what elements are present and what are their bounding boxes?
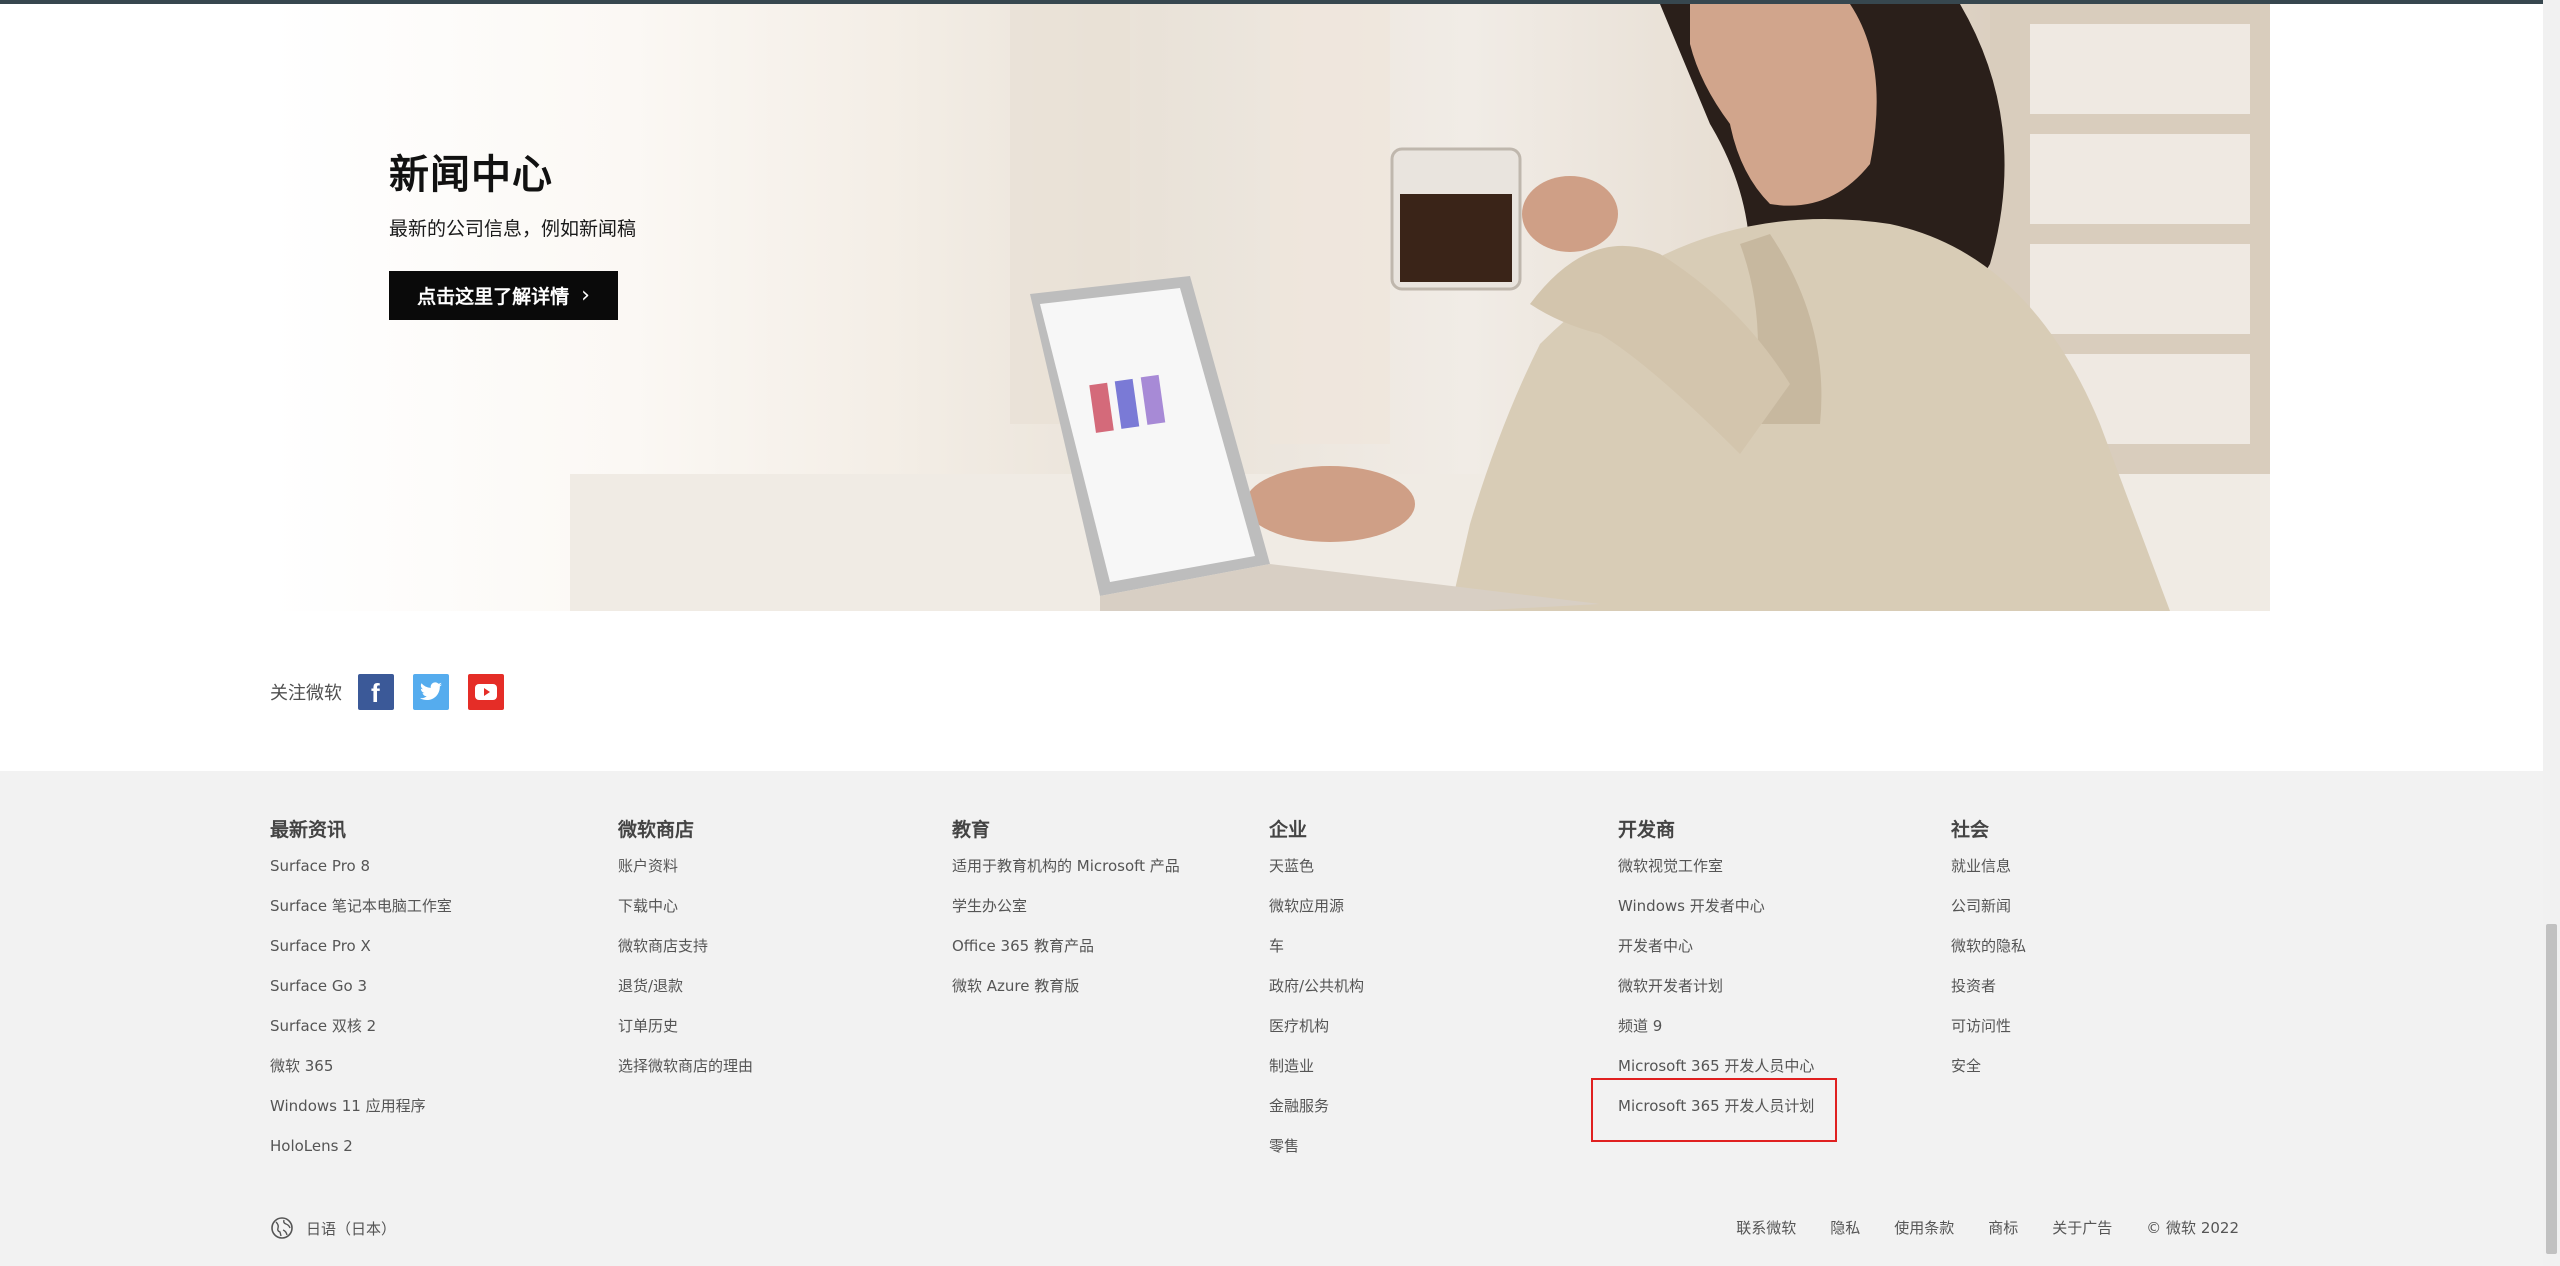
follow-row: 关注微软 f xyxy=(270,672,523,712)
globe-icon xyxy=(271,1217,293,1239)
footer-link[interactable]: 医疗机构 xyxy=(1269,1017,1329,1035)
footer-link[interactable]: 微软 Azure 教育版 xyxy=(952,977,1079,995)
footer-column-company: 社会 就业信息 公司新闻 微软的隐私 投资者 可访问性 安全 xyxy=(1951,815,2026,1096)
footer-heading: 教育 xyxy=(952,819,991,841)
footer-link[interactable]: 投资者 xyxy=(1951,977,1996,995)
footer-link[interactable]: 下载中心 xyxy=(618,897,678,915)
footer-link[interactable]: Surface 双核 2 xyxy=(270,1017,376,1035)
footer-link[interactable]: 适用于教育机构的 Microsoft 产品 xyxy=(952,857,1180,875)
footer-heading: 微软商店 xyxy=(618,819,695,841)
footer-link[interactable]: HoloLens 2 xyxy=(270,1137,353,1155)
privacy-link[interactable]: 隐私 xyxy=(1830,1217,1860,1238)
footer-link[interactable]: 退货/退款 xyxy=(618,977,683,995)
footer-link[interactable]: 车 xyxy=(1269,937,1284,955)
footer-link[interactable]: 账户资料 xyxy=(618,857,678,875)
footer-heading: 社会 xyxy=(1951,819,1990,841)
footer-column-whats-new: 最新资讯 Surface Pro 8 Surface 笔记本电脑工作室 Surf… xyxy=(270,815,452,1176)
footer-heading: 开发商 xyxy=(1618,819,1676,841)
footer-link[interactable]: 微软的隐私 xyxy=(1951,937,2026,955)
footer-link[interactable]: Windows 11 应用程序 xyxy=(270,1097,426,1115)
terms-link[interactable]: 使用条款 xyxy=(1894,1217,1954,1238)
legal-links: 联系微软 隐私 使用条款 商标 关于广告 © 微软 2022 xyxy=(1736,1217,2239,1238)
scrollbar[interactable] xyxy=(2543,0,2560,1266)
svg-text:f: f xyxy=(371,679,380,705)
footer-link[interactable]: Surface Pro X xyxy=(270,937,371,955)
footer-link[interactable]: 选择微软商店的理由 xyxy=(618,1057,753,1075)
highlight-box xyxy=(1591,1078,1837,1142)
footer-column-enterprise: 企业 天蓝色 微软应用源 车 政府/公共机构 医疗机构 制造业 金融服务 零售 xyxy=(1269,815,1364,1176)
footer-link[interactable]: 微软视觉工作室 xyxy=(1618,857,1723,875)
contact-link[interactable]: 联系微软 xyxy=(1736,1217,1796,1238)
footer-column-store: 微软商店 账户资料 下载中心 微软商店支持 退货/退款 订单历史 选择微软商店的… xyxy=(618,815,753,1096)
learn-more-button[interactable]: 点击这里了解详情 › xyxy=(389,271,618,320)
footer-link[interactable]: 微软 365 xyxy=(270,1057,333,1075)
footer-link[interactable]: Office 365 教育产品 xyxy=(952,937,1094,955)
footer-link[interactable]: 金融服务 xyxy=(1269,1097,1329,1115)
locale-label: 日语（日本） xyxy=(306,1219,397,1238)
trademarks-link[interactable]: 商标 xyxy=(1988,1217,2018,1238)
footer-link[interactable]: Surface Pro 8 xyxy=(270,857,370,875)
footer-link[interactable]: Windows 开发者中心 xyxy=(1618,897,1765,915)
locale-selector[interactable]: 日语（日本） xyxy=(270,1216,396,1240)
youtube-icon[interactable] xyxy=(468,674,504,710)
copyright-text: © 微软 2022 xyxy=(2146,1219,2239,1237)
footer-link[interactable]: 开发者中心 xyxy=(1618,937,1693,955)
hero-subtitle: 最新的公司信息，例如新闻稿 xyxy=(389,218,637,240)
hero-title: 新闻中心 xyxy=(389,152,553,198)
learn-more-label: 点击这里了解详情 xyxy=(417,286,570,308)
footer-link[interactable]: Surface Go 3 xyxy=(270,977,367,995)
chevron-right-icon: › xyxy=(581,283,590,308)
facebook-icon[interactable]: f xyxy=(358,674,394,710)
footer-link[interactable]: 公司新闻 xyxy=(1951,897,2011,915)
follow-label: 关注微软 xyxy=(270,683,342,704)
footer-link[interactable]: 就业信息 xyxy=(1951,857,2011,875)
footer-link[interactable]: 微软商店支持 xyxy=(618,937,708,955)
footer-link[interactable]: 可访问性 xyxy=(1951,1017,2011,1035)
scrollbar-thumb[interactable] xyxy=(2546,924,2557,1254)
footer-link[interactable]: 政府/公共机构 xyxy=(1269,977,1364,995)
footer-link[interactable]: 制造业 xyxy=(1269,1057,1314,1075)
twitter-icon[interactable] xyxy=(413,674,449,710)
footer-link[interactable]: 微软开发者计划 xyxy=(1618,977,1723,995)
about-ads-link[interactable]: 关于广告 xyxy=(2052,1217,2112,1238)
footer-heading: 企业 xyxy=(1269,819,1308,841)
footer-link[interactable]: 天蓝色 xyxy=(1269,857,1314,875)
footer-link[interactable]: 微软应用源 xyxy=(1269,897,1344,915)
footer-link[interactable]: Microsoft 365 开发人员中心 xyxy=(1618,1057,1814,1075)
footer-link[interactable]: 零售 xyxy=(1269,1137,1299,1155)
footer-link[interactable]: Surface 笔记本电脑工作室 xyxy=(270,897,452,915)
footer-column-education: 教育 适用于教育机构的 Microsoft 产品 学生办公室 Office 36… xyxy=(952,815,1180,1016)
footer-heading: 最新资讯 xyxy=(270,819,347,841)
footer-link[interactable]: 安全 xyxy=(1951,1057,1981,1075)
footer-link[interactable]: 学生办公室 xyxy=(952,897,1027,915)
footer-link[interactable]: 频道 9 xyxy=(1618,1017,1662,1035)
footer-link[interactable]: 订单历史 xyxy=(618,1017,678,1035)
